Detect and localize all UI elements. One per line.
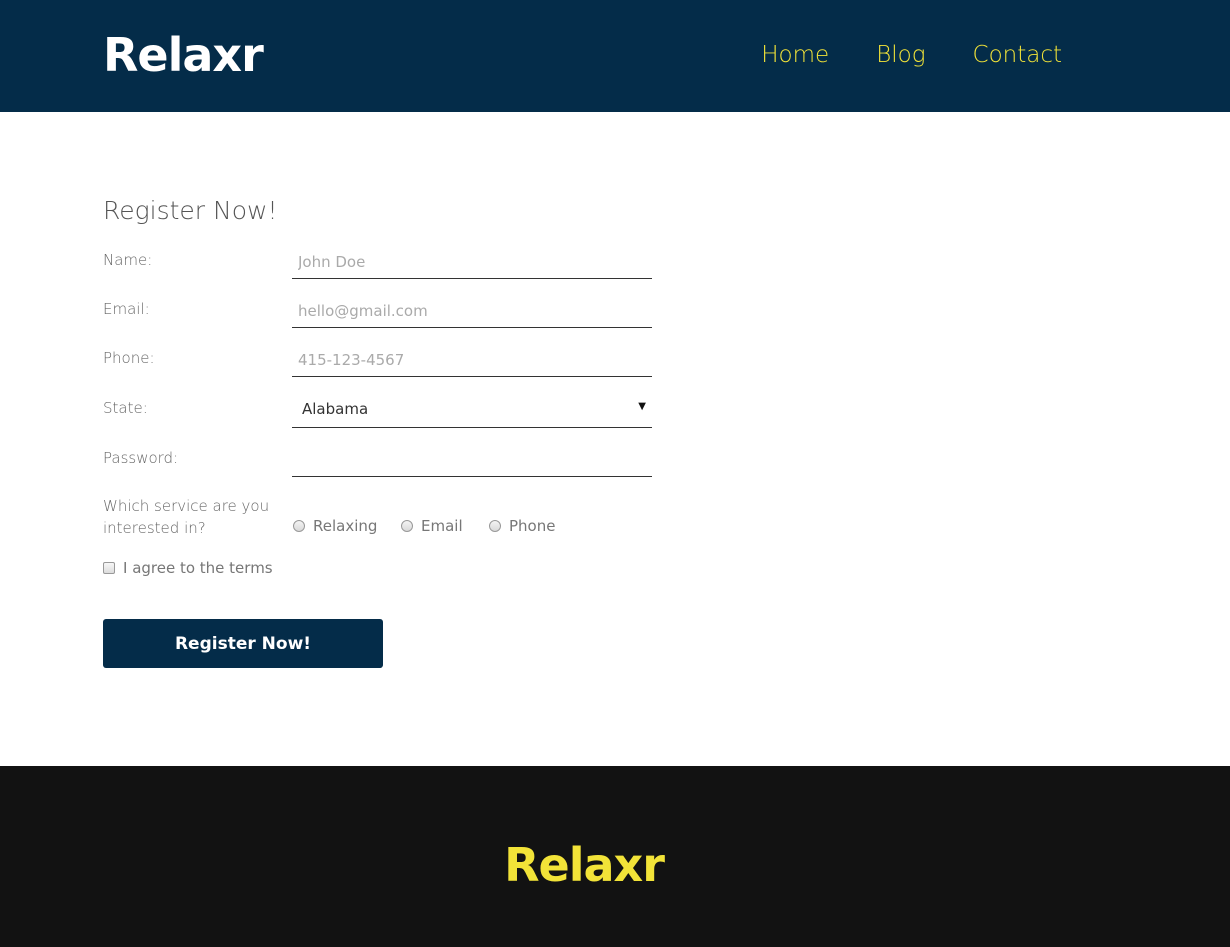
site-header: Relaxr Home Blog Contact <box>0 0 1230 112</box>
password-input[interactable] <box>292 443 652 477</box>
service-group: Which service are you interested in? Rel… <box>103 495 663 541</box>
form-title: Register Now! <box>103 196 278 225</box>
terms-checkbox[interactable]: I agree to the terms <box>103 559 273 577</box>
main-nav: Home Blog Contact <box>761 40 1062 70</box>
email-input[interactable] <box>292 294 652 328</box>
checkbox-icon[interactable] <box>103 562 115 574</box>
service-radio-phone[interactable]: Phone <box>489 517 555 535</box>
email-row: Email: <box>103 294 652 328</box>
terms-label: I agree to the terms <box>123 559 273 577</box>
register-form: Register Now! Name: Email: Phone: State:… <box>103 195 663 668</box>
state-select[interactable]: Alabama ▼ <box>292 393 652 428</box>
radio-icon[interactable] <box>401 520 413 532</box>
footer-logo: Relaxr <box>504 838 665 892</box>
site-logo[interactable]: Relaxr <box>103 28 264 82</box>
service-label: Which service are you interested in? <box>103 497 270 537</box>
password-row: Password: <box>103 443 652 477</box>
state-selected-value: Alabama <box>302 400 369 418</box>
name-row: Name: <box>103 245 652 279</box>
service-option-label: Relaxing <box>313 517 378 535</box>
site-footer: Relaxr <box>0 766 1230 947</box>
service-option-label: Phone <box>509 517 556 535</box>
phone-input[interactable] <box>292 343 652 377</box>
password-label: Password: <box>103 449 179 467</box>
email-label: Email: <box>103 300 150 318</box>
phone-label: Phone: <box>103 349 155 367</box>
nav-contact-link[interactable]: Contact <box>973 40 1062 70</box>
name-input[interactable] <box>292 245 652 279</box>
radio-icon[interactable] <box>489 520 501 532</box>
nav-home-link[interactable]: Home <box>761 40 829 70</box>
state-label: State: <box>103 399 148 417</box>
radio-icon[interactable] <box>293 520 305 532</box>
service-radio-email[interactable]: Email <box>401 517 463 535</box>
name-label: Name: <box>103 251 153 269</box>
chevron-down-icon: ▼ <box>638 401 646 412</box>
state-row: State: Alabama ▼ <box>103 393 652 428</box>
service-radio-relaxing[interactable]: Relaxing <box>293 517 377 535</box>
register-button[interactable]: Register Now! <box>103 619 383 668</box>
nav-blog-link[interactable]: Blog <box>876 40 925 70</box>
service-option-label: Email <box>421 517 463 535</box>
phone-row: Phone: <box>103 343 652 377</box>
